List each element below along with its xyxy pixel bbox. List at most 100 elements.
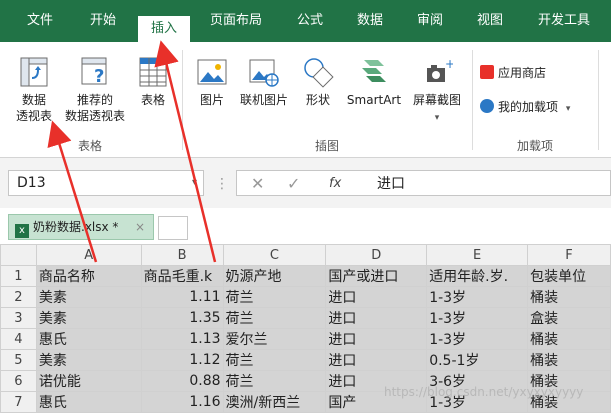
formula-bar: D13 ▾ ⋮ ✕ ✓ fx 进口	[0, 158, 611, 208]
column-header-a[interactable]: A	[35, 244, 142, 266]
row-header[interactable]: 6	[0, 370, 37, 392]
table-row: 1 商品名称 商品毛重.k 奶源产地 国产或进口 适用年龄.岁. 包装单位	[0, 265, 611, 287]
pivot-table-icon	[20, 57, 48, 87]
cell[interactable]: 荷兰	[222, 286, 327, 308]
row-header[interactable]: 3	[0, 307, 37, 329]
row-header[interactable]: 2	[0, 286, 37, 308]
tab-review[interactable]: 审阅	[410, 0, 450, 42]
cell[interactable]: 1.35	[140, 307, 224, 329]
row-header[interactable]: 1	[0, 265, 37, 287]
cell[interactable]: 美素	[35, 349, 142, 371]
recommended-pivot-label-2: 数据透视表	[64, 109, 125, 123]
ribbon-separator	[472, 50, 473, 150]
cell[interactable]: 商品名称	[35, 265, 142, 287]
column-header-f[interactable]: F	[527, 244, 611, 266]
cell[interactable]: 诺优能	[35, 370, 142, 392]
column-header-e[interactable]: E	[426, 244, 529, 266]
cell[interactable]: 奶源产地	[222, 265, 327, 287]
row-header[interactable]: 5	[0, 349, 37, 371]
cell[interactable]: 惠氏	[35, 391, 142, 413]
cell[interactable]: 桶装	[527, 286, 611, 308]
formula-bar-grip-icon[interactable]: ⋮	[215, 176, 229, 192]
cell[interactable]: 1-3岁	[426, 307, 529, 329]
cell[interactable]: 桶装	[527, 328, 611, 350]
cell[interactable]: 1-3岁	[426, 328, 529, 350]
tab-file[interactable]: 文件	[20, 0, 60, 42]
smartart-icon	[362, 60, 386, 82]
group-label-addins: 加载项	[516, 139, 553, 153]
screenshot-button[interactable]: + 屏幕截图 ▾	[406, 56, 468, 126]
group-label-illustrations: 插图	[314, 139, 339, 153]
cell[interactable]: 美素	[35, 286, 142, 308]
cell[interactable]: 1.11	[140, 286, 224, 308]
shapes-button[interactable]: 形状	[298, 56, 338, 108]
online-picture-button[interactable]: 联机图片	[232, 56, 296, 108]
table-row: 4 惠氏 1.13 爱尔兰 进口 1-3岁 桶装	[0, 328, 611, 350]
row-header[interactable]: 4	[0, 328, 37, 350]
tab-home[interactable]: 开始	[78, 0, 128, 42]
cell[interactable]: 澳洲/新西兰	[222, 391, 327, 413]
cell[interactable]: 进口	[325, 307, 428, 329]
workbook-tab[interactable]: x 奶粉数据.xlsx * ×	[8, 214, 154, 240]
recommended-pivot-label-1: 推荐的	[76, 93, 113, 107]
tab-page-layout[interactable]: 页面布局	[198, 0, 274, 42]
cell[interactable]: 荷兰	[222, 370, 327, 392]
cell[interactable]: 商品毛重.k	[140, 265, 224, 287]
cancel-icon[interactable]: ✕	[251, 174, 264, 193]
cell[interactable]: 1.12	[140, 349, 224, 371]
cell[interactable]: 1.13	[140, 328, 224, 350]
cell[interactable]: 惠氏	[35, 328, 142, 350]
tab-view[interactable]: 视图	[470, 0, 510, 42]
close-icon[interactable]: ×	[135, 215, 145, 239]
cell[interactable]: 1-3岁	[426, 286, 529, 308]
group-label-tables: 表格	[77, 139, 102, 153]
pivot-table-button[interactable]: 数据 透视表	[8, 56, 60, 124]
picture-label: 图片	[199, 93, 224, 107]
column-header-c[interactable]: C	[222, 244, 327, 266]
workbook-tab-bar: x 奶粉数据.xlsx * ×	[0, 208, 611, 244]
cell[interactable]: 荷兰	[222, 349, 327, 371]
cell[interactable]: 适用年龄.岁.	[426, 265, 529, 287]
formula-input[interactable]: ✕ ✓ fx 进口	[236, 170, 611, 196]
cell[interactable]: 包装单位	[527, 265, 611, 287]
cell[interactable]: 0.88	[140, 370, 224, 392]
cell[interactable]: 美素	[35, 307, 142, 329]
smartart-button[interactable]: SmartArt	[342, 56, 406, 108]
cell[interactable]: 盒装	[527, 307, 611, 329]
cell[interactable]: 进口	[325, 328, 428, 350]
new-workbook-tab-button[interactable]	[158, 216, 188, 240]
cell[interactable]: 0.5-1岁	[426, 349, 529, 371]
screenshot-dropdown-icon: ▾	[434, 113, 440, 123]
recommended-pivot-icon: ?	[81, 57, 107, 87]
name-box-value: D13	[17, 175, 46, 191]
my-addins-dropdown-icon[interactable]: ▾	[566, 104, 571, 114]
table-button[interactable]: 表格	[134, 56, 172, 108]
cell[interactable]: 国产或进口	[325, 265, 428, 287]
cell[interactable]: 进口	[325, 349, 428, 371]
workbook-tab-label: 奶粉数据.xlsx *	[33, 220, 119, 234]
picture-button[interactable]: 图片	[192, 56, 232, 108]
my-addins-button[interactable]: 我的加载项 ▾	[480, 98, 600, 118]
camera-icon: +	[427, 57, 453, 82]
column-header-b[interactable]: B	[140, 244, 224, 266]
confirm-icon[interactable]: ✓	[287, 174, 300, 193]
tab-data[interactable]: 数据	[350, 0, 390, 42]
cell[interactable]: 1.16	[140, 391, 224, 413]
name-box-dropdown-icon[interactable]: ▾	[192, 171, 197, 195]
tab-developer[interactable]: 开发工具	[528, 0, 600, 42]
app-store-button[interactable]: 应用商店	[480, 64, 600, 82]
cell[interactable]: 爱尔兰	[222, 328, 327, 350]
cell[interactable]: 荷兰	[222, 307, 327, 329]
ribbon-tab-bar: 文件 开始 插入 页面布局 公式 数据 审阅 视图 开发工具	[0, 0, 611, 42]
cell[interactable]: 桶装	[527, 349, 611, 371]
recommended-pivot-button[interactable]: ? 推荐的 数据透视表	[58, 56, 132, 124]
tab-formulas[interactable]: 公式	[290, 0, 330, 42]
insert-function-icon[interactable]: fx	[329, 176, 341, 191]
tab-insert[interactable]: 插入	[138, 16, 190, 42]
table-row: 3 美素 1.35 荷兰 进口 1-3岁 盒装	[0, 307, 611, 329]
name-box[interactable]: D13 ▾	[8, 170, 204, 196]
column-header-d[interactable]: D	[325, 244, 428, 266]
row-header[interactable]: 7	[0, 391, 37, 413]
select-all-corner[interactable]	[0, 244, 37, 266]
cell[interactable]: 进口	[325, 286, 428, 308]
